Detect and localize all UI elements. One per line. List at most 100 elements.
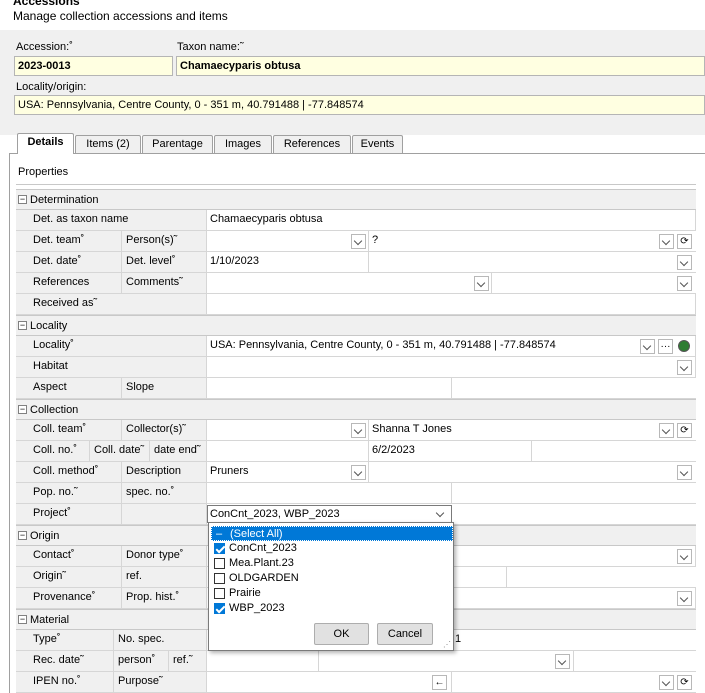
tab-parentage[interactable]: Parentage — [142, 135, 213, 153]
row-ipen: IPEN no.˚ Purpose˜ ← ⟳ — [16, 672, 696, 693]
row-aspect: Aspect Slope — [16, 378, 696, 399]
row-det-taxon: Det. as taxon name Chamaecyparis obtusa — [16, 210, 696, 231]
refresh-icon[interactable]: ⟳ — [677, 423, 692, 438]
checkbox-icon[interactable] — [214, 588, 225, 599]
chevron-down-icon[interactable] — [659, 234, 674, 249]
project-option[interactable]: Mea.Plant.23 — [211, 556, 453, 571]
chevron-down-icon[interactable] — [677, 360, 692, 375]
chevron-down-icon[interactable] — [555, 654, 570, 669]
spec-no-field[interactable] — [452, 483, 696, 503]
project-option[interactable]: OLDGARDEN — [211, 571, 453, 586]
cancel-button[interactable]: Cancel — [377, 623, 433, 645]
aspect-field[interactable] — [207, 378, 452, 398]
coll-method-field[interactable]: Pruners — [207, 462, 369, 482]
taxon-field[interactable]: Chamaecyparis obtusa — [176, 56, 705, 76]
rec-ref-field[interactable] — [574, 651, 696, 671]
more-icon[interactable]: ··· — [658, 339, 673, 354]
det-team-field[interactable] — [207, 231, 369, 251]
project-sublabel — [122, 504, 207, 524]
chevron-down-icon[interactable] — [351, 465, 366, 480]
resize-grip-icon[interactable]: ⋰ — [443, 640, 451, 649]
page-subtitle: Manage collection accessions and items — [13, 9, 228, 23]
row-rec-date: Rec. date˜ person˚ ref.˜ — [16, 651, 696, 672]
description-field[interactable] — [369, 462, 696, 482]
det-persons-field[interactable]: ? — [369, 231, 696, 251]
properties-label: Properties — [18, 166, 69, 178]
collapse-icon[interactable]: − — [18, 405, 27, 414]
pop-no-field[interactable] — [207, 483, 452, 503]
tab-images[interactable]: Images — [214, 135, 272, 153]
row-coll-no: Coll. no.˚ Coll. date˜ date end˜ 6/2/202… — [16, 441, 696, 462]
chevron-down-icon[interactable] — [677, 549, 692, 564]
comments-field[interactable] — [492, 273, 696, 293]
locality-field[interactable]: USA: Pennsylvania, Centre County, 0 - 35… — [207, 336, 696, 356]
refresh-icon[interactable]: ⟳ — [677, 675, 692, 690]
chevron-down-icon[interactable] — [677, 465, 692, 480]
collapse-icon[interactable]: − — [18, 195, 27, 204]
chevron-down-icon[interactable] — [659, 423, 674, 438]
project-option[interactable]: ConCnt_2023 — [211, 541, 453, 556]
collapse-icon[interactable]: − — [18, 531, 27, 540]
ok-button[interactable]: OK — [314, 623, 369, 645]
section-locality[interactable]: − Locality — [16, 315, 696, 336]
partial-check-icon: – — [216, 528, 223, 540]
arrow-left-icon[interactable]: ← — [432, 675, 447, 690]
chevron-down-icon[interactable] — [434, 507, 449, 522]
chevron-down-icon[interactable] — [474, 276, 489, 291]
collapse-icon[interactable]: − — [18, 321, 27, 330]
checkbox-checked-icon[interactable] — [214, 543, 225, 554]
checkbox-icon[interactable] — [214, 573, 225, 584]
collectors-field[interactable]: Shanna T Jones — [369, 420, 696, 440]
references-field[interactable] — [207, 273, 492, 293]
row-det-date: Det. date˚ Det. level˚ 1/10/2023 — [16, 252, 696, 273]
project-combo[interactable]: ConCnt_2023, WBP_2023 — [207, 505, 452, 523]
project-option[interactable]: Prairie — [211, 586, 453, 601]
locality-origin-field[interactable]: USA: Pennsylvania, Centre County, 0 - 35… — [14, 95, 705, 115]
tab-items[interactable]: Items (2) — [75, 135, 141, 153]
coll-date-field[interactable]: 6/2/2023 — [369, 441, 532, 461]
row-det-team: Det. team˚ Person(s)˜ ? ⟳ — [16, 231, 696, 252]
tab-details[interactable]: Details — [17, 133, 74, 154]
project-dropdown: – (Select All) ConCnt_2023 Mea.Plant.23 … — [208, 522, 454, 651]
taxon-label: Taxon name:˜ — [177, 41, 244, 53]
no-spec-field[interactable]: 1 — [452, 630, 696, 650]
row-coll-method: Coll. method˚ Description Pruners — [16, 462, 696, 483]
det-date-field[interactable]: 1/10/2023 — [207, 252, 369, 272]
coll-team-field[interactable] — [207, 420, 369, 440]
project-option[interactable]: WBP_2023 — [211, 601, 453, 616]
checkbox-icon[interactable] — [214, 558, 225, 569]
habitat-field[interactable] — [207, 357, 696, 377]
origin-ref-field[interactable] — [507, 567, 696, 587]
row-habitat: Habitat — [16, 357, 696, 378]
select-all-item[interactable]: – (Select All) — [211, 526, 453, 541]
properties-divider — [16, 184, 696, 185]
chevron-down-icon[interactable] — [640, 339, 655, 354]
tab-events[interactable]: Events — [352, 135, 403, 153]
rec-person-field[interactable] — [319, 651, 574, 671]
collapse-icon[interactable]: − — [18, 615, 27, 624]
section-determination[interactable]: − Determination — [16, 189, 696, 210]
accession-field[interactable]: 2023-0013 — [14, 56, 173, 76]
accession-summary — [0, 30, 705, 135]
chevron-down-icon[interactable] — [351, 234, 366, 249]
chevron-down-icon[interactable] — [677, 276, 692, 291]
row-references: References Comments˜ — [16, 273, 696, 294]
chevron-down-icon[interactable] — [677, 591, 692, 606]
section-collection[interactable]: − Collection — [16, 399, 696, 420]
checkbox-checked-icon[interactable] — [214, 603, 225, 614]
tab-references[interactable]: References — [273, 135, 351, 153]
row-coll-team: Coll. team˚ Collector(s)˜ Shanna T Jones… — [16, 420, 696, 441]
chevron-down-icon[interactable] — [351, 423, 366, 438]
coll-no-field[interactable] — [207, 441, 369, 461]
chevron-down-icon[interactable] — [677, 255, 692, 270]
det-taxon-field[interactable]: Chamaecyparis obtusa — [207, 210, 696, 230]
rec-date-field[interactable] — [207, 651, 319, 671]
globe-icon[interactable] — [678, 340, 690, 352]
ipen-field[interactable] — [207, 672, 452, 692]
det-level-field[interactable] — [369, 252, 696, 272]
chevron-down-icon[interactable] — [659, 675, 674, 690]
received-as-field[interactable] — [207, 294, 696, 314]
refresh-icon[interactable]: ⟳ — [677, 234, 692, 249]
date-end-field[interactable] — [532, 441, 696, 461]
slope-field[interactable] — [452, 378, 696, 398]
